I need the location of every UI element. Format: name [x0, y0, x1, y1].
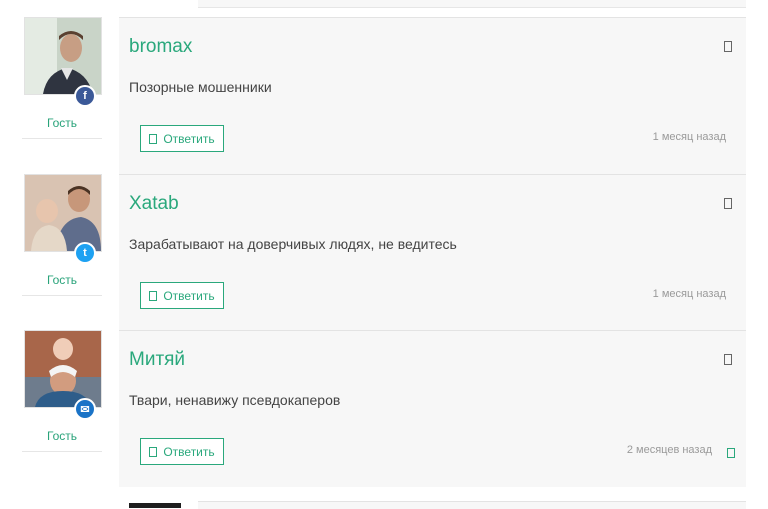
- flag-icon[interactable]: [724, 354, 732, 365]
- reply-button[interactable]: Ответить: [140, 125, 224, 152]
- thread-link-icon[interactable]: [727, 448, 735, 458]
- reply-icon: [149, 133, 158, 144]
- comment-body: Митяй Твари, ненавижу псевдокаперов Отве…: [119, 330, 746, 487]
- facebook-icon: f: [74, 85, 96, 107]
- author-role: Гость: [46, 273, 78, 287]
- comment-text: Зарабатывают на доверчивых людях, не вед…: [129, 236, 457, 252]
- comment-text: Позорные мошенники: [129, 79, 272, 95]
- avatar[interactable]: [24, 330, 102, 408]
- author-panel: ✉ Гость: [22, 330, 102, 460]
- reply-button[interactable]: Ответить: [140, 282, 224, 309]
- reply-label: Ответить: [163, 288, 215, 303]
- avatar[interactable]: [24, 17, 102, 95]
- reply-button[interactable]: Ответить: [140, 438, 224, 465]
- reply-label: Ответить: [163, 131, 215, 146]
- divider: [22, 295, 102, 296]
- avatar[interactable]: [129, 503, 181, 508]
- avatar[interactable]: [24, 174, 102, 252]
- email-icon: ✉: [74, 398, 96, 420]
- divider: [22, 451, 102, 452]
- comment: ✉ Гость Митяй Твари, ненавижу псевдокапе…: [0, 330, 768, 487]
- reply-icon: [149, 446, 158, 457]
- comment-body: Xatab Зарабатывают на доверчивых людях, …: [119, 174, 746, 331]
- flag-icon[interactable]: [724, 41, 732, 52]
- comment-author[interactable]: Xatab: [129, 193, 179, 215]
- author-panel: f Гость: [22, 17, 102, 147]
- comment-author[interactable]: bromax: [129, 36, 192, 58]
- comment-timestamp[interactable]: 2 месяцев назад: [627, 444, 712, 456]
- comment: f Гость bromax Позорные мошенники Ответи…: [0, 17, 768, 174]
- author-role: Гость: [46, 116, 78, 130]
- divider: [22, 138, 102, 139]
- comment-text: Твари, ненавижу псевдокаперов: [129, 392, 341, 408]
- previous-comment-bottom: [198, 0, 746, 8]
- reply-icon: [149, 290, 158, 301]
- comment-timestamp[interactable]: 1 месяц назад: [653, 131, 726, 143]
- flag-icon[interactable]: [724, 198, 732, 209]
- author-role: Гость: [46, 429, 78, 443]
- twitter-icon: t: [74, 242, 96, 264]
- comment-author[interactable]: Митяй: [129, 349, 185, 371]
- comment: t Гость Xatab Зарабатывают на доверчивых…: [0, 174, 768, 331]
- author-panel: t Гость: [22, 174, 102, 304]
- reply-label: Ответить: [163, 444, 215, 459]
- comment-body: bromax Позорные мошенники Ответить 1 мес…: [119, 17, 746, 174]
- comment-timestamp[interactable]: 1 месяц назад: [653, 288, 726, 300]
